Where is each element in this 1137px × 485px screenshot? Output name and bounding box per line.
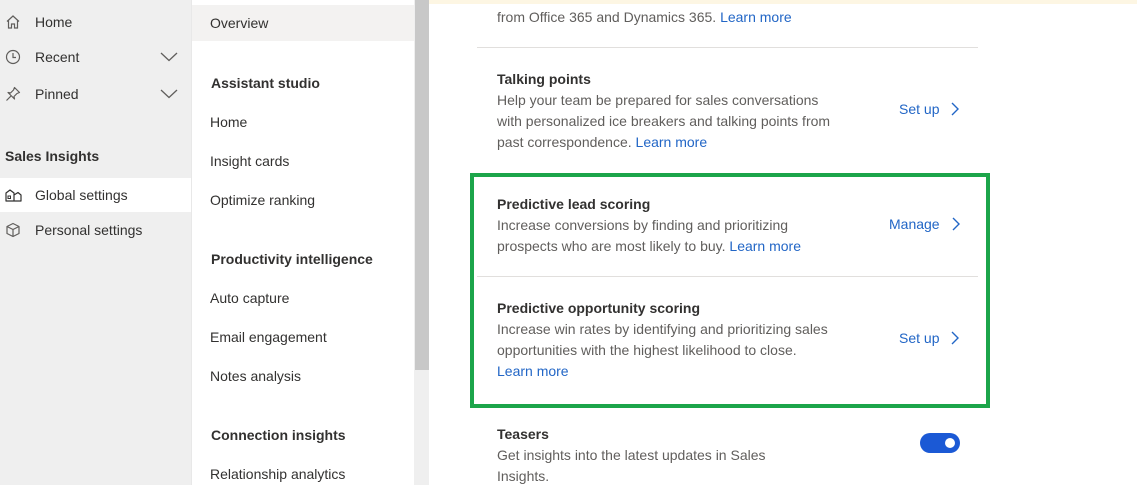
- sub-item-home[interactable]: Home: [192, 104, 414, 140]
- main-content: from Office 365 and Dynamics 365. Learn …: [429, 0, 1137, 485]
- nav-item-recent[interactable]: Recent: [0, 40, 191, 74]
- teasers-description: Get insights into the latest updates in …: [497, 447, 766, 484]
- sub-item-relationship-analytics[interactable]: Relationship analytics: [192, 456, 414, 485]
- nav-item-label: Home: [35, 14, 73, 30]
- sub-item-optimize-ranking[interactable]: Optimize ranking: [192, 182, 414, 218]
- nav-item-label: Recent: [35, 49, 80, 65]
- talking-points-description: Help your team be prepared for sales con…: [497, 92, 831, 150]
- nav-item-label: Pinned: [35, 86, 79, 102]
- sub-item-notes-analysis[interactable]: Notes analysis: [192, 358, 414, 394]
- talking-points-title: Talking points: [497, 71, 591, 87]
- highlight-box: [470, 173, 990, 408]
- nav-item-global-settings[interactable]: Global settings: [0, 178, 191, 212]
- home-icon: [4, 13, 22, 31]
- sub-section-connection-insights: Connection insights: [211, 427, 346, 443]
- scrollbar-thumb[interactable]: [415, 0, 429, 370]
- sub-item-email-engagement[interactable]: Email engagement: [192, 319, 414, 355]
- previous-row-description: from Office 365 and Dynamics 365. Learn …: [497, 9, 792, 25]
- clock-icon: [4, 48, 22, 66]
- toggle-knob: [945, 438, 955, 448]
- sub-section-assistant-studio: Assistant studio: [211, 75, 320, 91]
- talking-points-setup-button[interactable]: Set up: [899, 101, 960, 117]
- nav-item-label: Global settings: [35, 187, 128, 203]
- pin-icon: [4, 85, 22, 103]
- sub-item-insight-cards[interactable]: Insight cards: [192, 143, 414, 179]
- notice-strip: [429, 0, 1137, 4]
- nav-item-pinned[interactable]: Pinned: [0, 77, 191, 111]
- sub-item-auto-capture[interactable]: Auto capture: [192, 280, 414, 316]
- cube-icon: [4, 221, 22, 239]
- learn-more-link[interactable]: Learn more: [720, 9, 792, 25]
- teasers-toggle[interactable]: [920, 433, 960, 453]
- chevron-down-icon[interactable]: [160, 87, 178, 101]
- sub-section-productivity-intelligence: Productivity intelligence: [211, 251, 373, 267]
- nav-item-home[interactable]: Home: [0, 5, 191, 39]
- learn-more-link[interactable]: Learn more: [636, 134, 708, 150]
- chevron-down-icon[interactable]: [160, 50, 178, 64]
- global-settings-icon: [4, 186, 22, 204]
- nav-item-label: Personal settings: [35, 222, 143, 238]
- sub-item-overview[interactable]: Overview: [192, 5, 414, 41]
- nav-item-personal-settings[interactable]: Personal settings: [0, 213, 191, 247]
- left-navigation: Home Recent Pinned Sales Insights Global…: [0, 0, 191, 485]
- chevron-right-icon: [951, 102, 960, 116]
- sub-navigation: Overview Assistant studio Home Insight c…: [191, 0, 430, 485]
- divider: [477, 47, 978, 48]
- teasers-title: Teasers: [497, 426, 549, 442]
- nav-section-title: Sales Insights: [5, 148, 100, 164]
